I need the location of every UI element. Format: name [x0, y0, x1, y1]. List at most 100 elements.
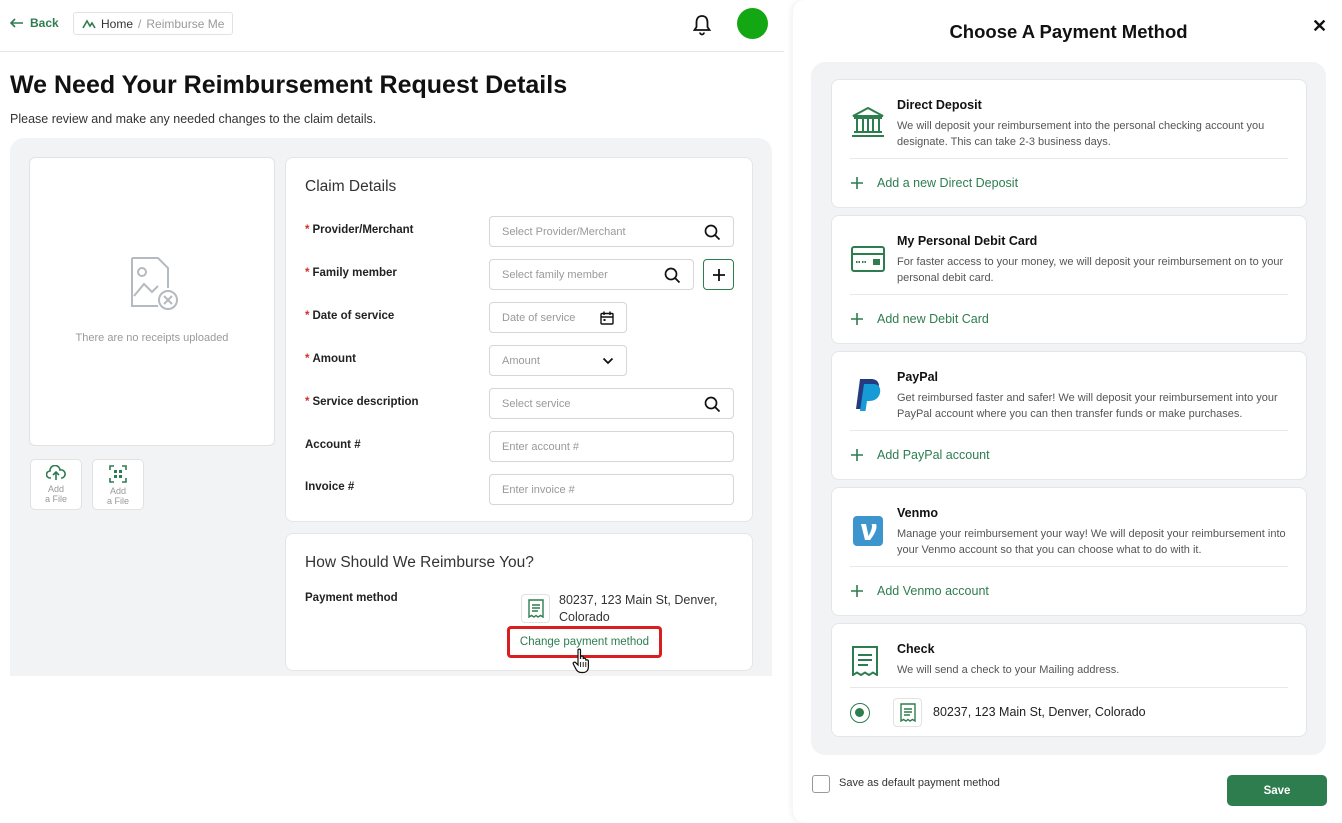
family-member-input[interactable]: Select family member: [489, 259, 694, 290]
required-mark: *: [305, 267, 310, 279]
cloud-upload-icon: [46, 465, 66, 480]
receipt-icon: [527, 599, 544, 618]
amount-label: * Amount: [305, 353, 356, 365]
change-payment-method-label: Change payment method: [519, 636, 650, 648]
service-label: * Service description: [305, 396, 419, 408]
breadcrumb-separator: /: [138, 16, 142, 31]
family-label: * Family member: [305, 267, 397, 279]
page-subtitle: Please review and make any needed change…: [10, 112, 377, 126]
invoice-number-input[interactable]: Enter invoice #: [489, 474, 734, 505]
provider-label-text: Provider/Merchant: [312, 224, 414, 236]
method-description: We will send a check to your Mailing add…: [897, 664, 1120, 676]
search-icon: [704, 224, 721, 241]
method-paypal: PayPal Get reimbursed faster and safer! …: [831, 351, 1307, 480]
back-button[interactable]: Back: [10, 16, 59, 30]
add-debit-card-link[interactable]: Add new Debit Card: [851, 312, 989, 326]
no-receipt-icon: [131, 257, 178, 310]
provider-label: * Provider/Merchant: [305, 224, 413, 236]
debit-card-icon: [851, 246, 885, 272]
method-name: Direct Deposit: [897, 98, 982, 112]
check-address-icon-box: [893, 698, 922, 727]
plus-icon: [851, 585, 863, 597]
claim-details-card: Claim Details * Provider/Merchant Select …: [285, 157, 753, 522]
default-payment-checkbox[interactable]: [812, 775, 830, 793]
avatar[interactable]: [737, 8, 768, 39]
divider: [850, 687, 1288, 688]
top-bar: Back Home / Reimburse Me: [0, 0, 784, 52]
method-check: Check We will send a check to your Maili…: [831, 623, 1307, 737]
payment-method-label: Payment method: [305, 592, 398, 604]
method-name: My Personal Debit Card: [897, 234, 1038, 248]
divider: [850, 430, 1288, 431]
paypal-icon: [856, 379, 881, 411]
default-payment-label: Save as default payment method: [839, 777, 1000, 789]
divider: [850, 294, 1288, 295]
service-label-text: Service description: [312, 396, 419, 408]
method-venmo: Venmo Manage your reimbursement your way…: [831, 487, 1307, 616]
add-family-member-button[interactable]: [703, 259, 734, 290]
amount-placeholder: Amount: [502, 354, 540, 367]
account-number-input[interactable]: Enter account #: [489, 431, 734, 462]
method-name: Check: [897, 642, 935, 656]
add-paypal-link[interactable]: Add PayPal account: [851, 448, 990, 462]
search-icon: [664, 267, 681, 284]
plus-icon: [851, 313, 863, 325]
payment-method-panel: Choose A Payment Method ✕ Direct Deposit…: [793, 0, 1342, 823]
add-venmo-link[interactable]: Add Venmo account: [851, 584, 989, 598]
add-file-label: Add a File: [106, 486, 129, 506]
add-file-scan-button[interactable]: Add a File: [92, 459, 144, 510]
add-direct-deposit-link[interactable]: Add a new Direct Deposit: [851, 176, 1018, 190]
amount-input[interactable]: Amount: [489, 345, 627, 376]
plus-icon: [851, 449, 863, 461]
add-paypal-label: Add PayPal account: [877, 448, 990, 462]
method-direct-deposit: Direct Deposit We will deposit your reim…: [831, 79, 1307, 208]
back-label: Back: [30, 16, 59, 30]
method-description: Get reimbursed faster and safer! We will…: [897, 392, 1278, 420]
hand-pointer-icon: [572, 648, 589, 674]
amount-label-text: Amount: [312, 353, 356, 365]
required-mark: *: [305, 310, 310, 322]
required-mark: *: [305, 396, 310, 408]
add-file-label: Add a File: [44, 484, 67, 504]
panel-title: Choose A Payment Method: [949, 21, 1188, 42]
invoice-label: Invoice #: [305, 481, 355, 493]
method-description: Manage your reimbursement your way! We w…: [897, 528, 1286, 556]
add-direct-deposit-label: Add a new Direct Deposit: [877, 176, 1019, 190]
required-mark: *: [305, 224, 310, 236]
claim-details-title: Claim Details: [305, 178, 397, 195]
venmo-icon: [853, 516, 883, 546]
date-label: * Date of service: [305, 310, 394, 322]
method-name: PayPal: [897, 370, 939, 384]
save-button-label: Save: [1263, 784, 1291, 797]
family-label-text: Family member: [312, 267, 397, 279]
check-radio-selected[interactable]: [850, 703, 870, 723]
bell-icon[interactable]: [692, 14, 712, 36]
add-debit-card-label: Add new Debit Card: [877, 312, 989, 326]
service-description-input[interactable]: Select service: [489, 388, 734, 419]
logo-icon: [82, 18, 96, 28]
qr-scan-icon: [109, 465, 127, 483]
breadcrumb: Home / Reimburse Me: [73, 12, 234, 35]
account-placeholder: Enter account #: [502, 440, 580, 453]
required-mark: *: [305, 353, 310, 365]
provider-input[interactable]: Select Provider/Merchant: [489, 216, 734, 247]
add-venmo-label: Add Venmo account: [877, 584, 989, 598]
plus-icon: [712, 268, 725, 281]
calendar-icon[interactable]: [600, 311, 614, 325]
plus-icon: [851, 177, 863, 189]
service-placeholder: Select service: [502, 397, 571, 410]
reimburse-title: How Should We Reimburse You?: [305, 554, 534, 571]
divider: [850, 158, 1288, 159]
date-of-service-input[interactable]: Date of service: [489, 302, 627, 333]
breadcrumb-current: Reimburse Me: [146, 16, 225, 31]
no-receipts-text: There are no receipts uploaded: [75, 332, 229, 344]
chevron-down-icon: [602, 357, 614, 365]
account-label: Account #: [305, 439, 361, 451]
date-placeholder: Date of service: [502, 311, 576, 324]
add-file-upload-button[interactable]: Add a File: [30, 459, 82, 510]
close-icon[interactable]: ✕: [1312, 17, 1327, 35]
date-label-text: Date of service: [312, 310, 395, 322]
breadcrumb-home[interactable]: Home: [101, 17, 133, 31]
arrow-left-icon: [10, 18, 23, 28]
save-button[interactable]: Save: [1227, 775, 1327, 806]
